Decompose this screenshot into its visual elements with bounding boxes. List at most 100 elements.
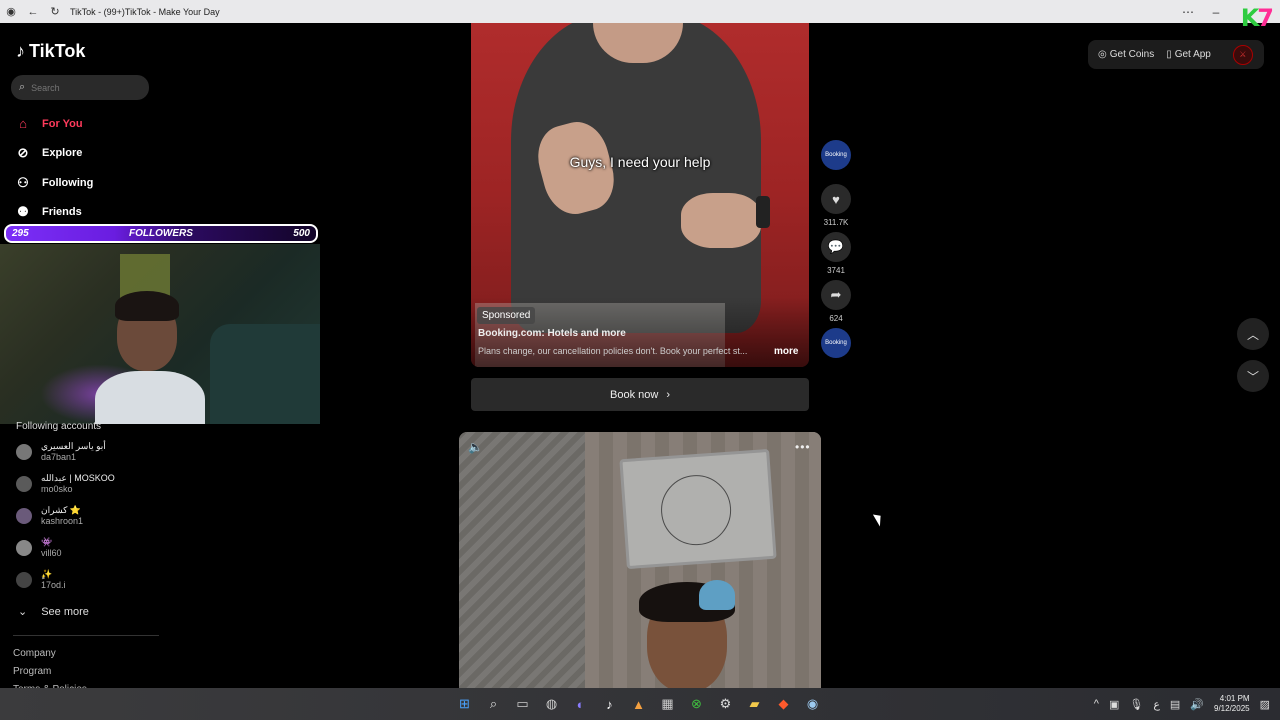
speaker-icon[interactable]: 🔊 — [1190, 698, 1204, 711]
volume-icon[interactable]: 🔈 — [468, 440, 483, 454]
share-count: 624 — [829, 314, 843, 323]
footer-company-link[interactable]: Company — [13, 648, 56, 659]
clock-date: 9/12/2025 — [1214, 704, 1250, 713]
tiktok-note-icon: ♪ — [16, 41, 25, 61]
tray-app-icon[interactable]: ▣ — [1109, 698, 1119, 711]
follower-goal-bar: 295 FOLLOWERS 500 — [4, 224, 318, 243]
xbox-icon[interactable]: ⊗ — [684, 692, 709, 717]
video-dim — [459, 432, 821, 688]
notification-icon[interactable]: ▨ — [1260, 698, 1270, 711]
book-now-button[interactable]: Book now › — [471, 378, 809, 411]
video-player-next[interactable] — [459, 432, 821, 688]
account-handle: kashroon1 — [41, 516, 84, 526]
video-person-hand — [681, 193, 761, 248]
next-video-button[interactable]: ﹀ — [1237, 360, 1269, 392]
webcam-person — [95, 289, 205, 424]
language-indicator[interactable]: ع — [1153, 698, 1160, 711]
nav-label: For You — [42, 117, 83, 130]
profile-avatar[interactable]: ⚔ — [1232, 44, 1253, 65]
tray-chevron-icon[interactable]: ^ — [1094, 698, 1099, 710]
account-name: 👾 — [41, 537, 53, 547]
chevron-down-icon: ﹀ — [1246, 369, 1259, 384]
nav-label: Following — [42, 177, 94, 189]
share-button[interactable]: ➦ — [821, 280, 851, 310]
nav-following[interactable]: ⚇ Following — [16, 175, 93, 191]
share-icon: ➦ — [830, 287, 842, 302]
nav-explore[interactable]: ⊘ Explore — [16, 145, 83, 161]
steam-icon[interactable]: ◉ — [800, 692, 825, 717]
avatar — [16, 476, 32, 492]
webcam-overlay — [0, 244, 320, 424]
window-title: TikTok - (99+)TikTok - Make Your Day — [70, 6, 220, 17]
ad-more-link[interactable]: more — [774, 346, 798, 357]
tiktok-icon[interactable]: ♪ — [597, 692, 622, 717]
account-name: كشران ⭐ — [41, 505, 82, 515]
nav-label: Friends — [42, 206, 82, 218]
back-icon[interactable]: ← — [22, 0, 44, 23]
avatar — [16, 444, 32, 460]
footer-program-link[interactable]: Program — [13, 666, 51, 677]
browser-logo-icon: ◉ — [6, 6, 16, 18]
get-app-button[interactable]: ▯ Get App — [1166, 49, 1211, 60]
top-actions: ◎ Get Coins ▯ Get App ⚔ — [1088, 40, 1264, 69]
settings-icon[interactable]: ⚙ — [713, 692, 738, 717]
brand-avatar[interactable]: Booking — [821, 140, 851, 170]
see-more-button[interactable]: ⌄ See more — [18, 605, 89, 619]
video-more-icon[interactable]: ••• — [795, 440, 811, 454]
sidebar: ♪ TikTok ⌕ ⌂ For You ⊘ Explore ⚇ Followi… — [0, 23, 320, 688]
account-handle: 17od.i — [41, 580, 66, 590]
app-icon[interactable]: ▲ — [626, 692, 651, 717]
windows-start-icon[interactable]: ⊞ — [452, 692, 477, 717]
search-input[interactable] — [31, 82, 132, 93]
get-coins-button[interactable]: ◎ Get Coins — [1098, 49, 1154, 60]
account-name: عبدالله | MOSKOO — [41, 473, 115, 483]
system-clock[interactable]: 4:01 PM 9/12/2025 — [1214, 694, 1250, 714]
logo-text: TikTok — [29, 41, 86, 61]
folder-icon[interactable]: ▰ — [742, 692, 767, 717]
ad-title[interactable]: Booking.com: Hotels and more — [478, 328, 626, 339]
see-more-label: See more — [41, 605, 89, 618]
account-item[interactable]: عبدالله | MOSKOO mo0sko — [16, 473, 115, 495]
streamer-logo: K7 — [1240, 4, 1274, 32]
previous-video-button[interactable]: ︿ — [1237, 318, 1269, 350]
get-app-label: Get App — [1174, 49, 1211, 60]
microphone-icon[interactable]: 🎙 — [1129, 698, 1143, 711]
more-menu-icon[interactable]: ⋯ — [1174, 5, 1202, 19]
comment-icon: 💬 — [827, 239, 845, 254]
task-view-icon[interactable]: ▭ — [510, 692, 535, 717]
music-disc[interactable]: Booking — [821, 328, 851, 358]
video-actions: Booking ♥ 311.7K 💬 3741 ➦ 624 Booking — [820, 140, 852, 358]
user-follow-icon: ⚇ — [17, 175, 29, 190]
account-item[interactable]: كشران ⭐ kashroon1 — [16, 505, 83, 527]
comment-button[interactable]: 💬 — [821, 232, 851, 262]
account-item[interactable]: 👾 vill60 — [16, 537, 62, 559]
video-caption: Guys, I need your help — [569, 154, 711, 170]
tiktok-logo[interactable]: ♪ TikTok — [16, 41, 85, 62]
calculator-icon[interactable]: ▦ — [655, 692, 680, 717]
account-item[interactable]: ٍ✨ 17od.i — [16, 569, 66, 591]
nav-for-you[interactable]: ⌂ For You — [16, 116, 83, 131]
heart-icon: ♥ — [832, 191, 840, 207]
search-box[interactable]: ⌕ — [11, 75, 149, 100]
search-icon[interactable]: ⌕ — [481, 692, 506, 717]
account-item[interactable]: أبو ياسر العسيري da7ban1 — [16, 441, 106, 463]
mouse-cursor — [872, 511, 886, 527]
friends-icon: ⚉ — [17, 204, 29, 219]
clock-time: 4:01 PM — [1219, 694, 1250, 703]
obs-icon[interactable]: ◍ — [539, 692, 564, 717]
like-button[interactable]: ♥ — [821, 184, 851, 214]
browser-titlebar: ◉ ← ↻ TikTok - (99+)TikTok - Make Your D… — [0, 0, 1280, 23]
brave-icon[interactable]: ◆ — [771, 692, 796, 717]
avatar — [16, 540, 32, 556]
discord-icon[interactable]: ◐ — [568, 692, 593, 717]
video-watch — [756, 196, 770, 228]
minimize-icon[interactable]: – — [1202, 5, 1230, 19]
sidebar-divider — [13, 635, 159, 636]
book-now-label: Book now — [610, 388, 659, 401]
nav-label: Explore — [42, 147, 83, 159]
reload-icon[interactable]: ↻ — [44, 0, 66, 23]
follower-target: 500 — [293, 228, 310, 239]
network-icon[interactable]: ▤ — [1170, 698, 1180, 711]
compass-icon: ⊘ — [17, 145, 29, 160]
nav-friends[interactable]: ⚉ Friends — [16, 204, 82, 220]
